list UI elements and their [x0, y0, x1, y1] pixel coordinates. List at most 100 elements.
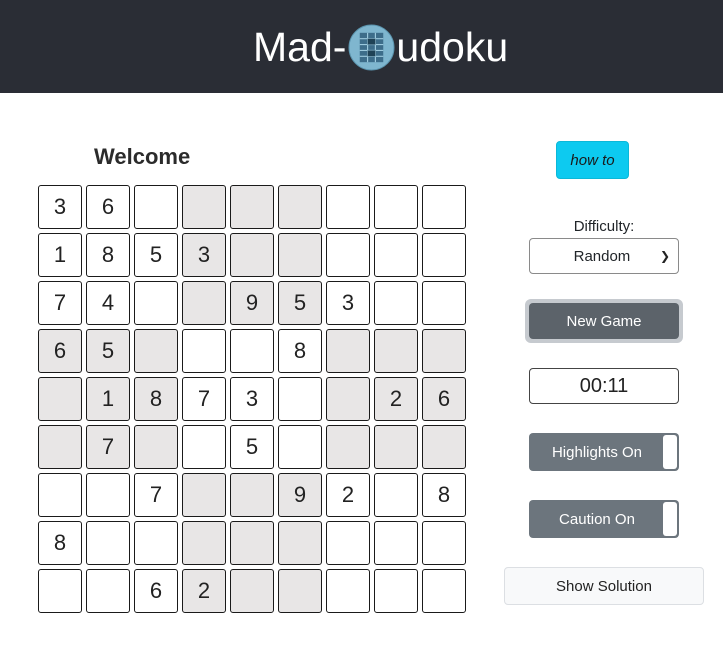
sudoku-cell[interactable] — [182, 281, 226, 325]
sudoku-cell[interactable] — [182, 473, 226, 517]
sudoku-cell[interactable] — [86, 473, 130, 517]
title-left: Mad- — [253, 23, 347, 70]
sudoku-board: 36185374953658187326757928862 — [38, 185, 470, 617]
sudoku-cell[interactable]: 7 — [38, 281, 82, 325]
sudoku-cell[interactable] — [326, 521, 370, 565]
app-header: Mad- udoku — [0, 0, 723, 93]
sudoku-cell[interactable]: 4 — [86, 281, 130, 325]
caution-toggle-knob — [663, 502, 677, 536]
sudoku-cell[interactable] — [86, 569, 130, 613]
show-solution-button[interactable]: Show Solution — [504, 567, 704, 605]
sudoku-cell[interactable]: 3 — [38, 185, 82, 229]
sudoku-cell[interactable] — [38, 569, 82, 613]
sudoku-cell[interactable] — [230, 233, 274, 277]
sudoku-cell[interactable]: 6 — [422, 377, 466, 421]
sudoku-cell[interactable] — [326, 569, 370, 613]
sudoku-cell[interactable] — [230, 569, 274, 613]
caution-toggle-label: Caution On — [559, 510, 635, 528]
sudoku-cell[interactable]: 2 — [326, 473, 370, 517]
sudoku-cell[interactable]: 8 — [86, 233, 130, 277]
sudoku-cell[interactable] — [182, 425, 226, 469]
sudoku-cell[interactable] — [326, 377, 370, 421]
title-right: udoku — [396, 23, 509, 70]
sudoku-cell[interactable] — [38, 377, 82, 421]
chevron-down-icon: ❯ — [659, 249, 670, 263]
difficulty-value: Random — [573, 247, 631, 265]
sudoku-cell[interactable] — [278, 521, 322, 565]
sudoku-cell[interactable]: 7 — [134, 473, 178, 517]
sudoku-cell[interactable] — [134, 425, 178, 469]
difficulty-label: Difficulty: — [573, 218, 635, 235]
sudoku-cell[interactable]: 7 — [86, 425, 130, 469]
sudoku-cell[interactable] — [374, 569, 418, 613]
sudoku-cell[interactable] — [422, 329, 466, 373]
sudoku-cell[interactable] — [374, 425, 418, 469]
sudoku-cell[interactable] — [38, 473, 82, 517]
difficulty-select[interactable]: Random ❯ — [529, 238, 679, 274]
sudoku-cell[interactable] — [182, 185, 226, 229]
sudoku-cell[interactable] — [422, 569, 466, 613]
sudoku-cell[interactable] — [182, 329, 226, 373]
sudoku-cell[interactable] — [278, 185, 322, 229]
sudoku-cell[interactable] — [278, 425, 322, 469]
sudoku-cell[interactable] — [326, 329, 370, 373]
sudoku-cell[interactable] — [422, 185, 466, 229]
highlights-toggle-label: Highlights On — [551, 443, 643, 461]
sudoku-cell[interactable]: 6 — [86, 185, 130, 229]
sudoku-cell[interactable] — [278, 377, 322, 421]
sudoku-cell[interactable]: 8 — [422, 473, 466, 517]
sudoku-cell[interactable]: 3 — [230, 377, 274, 421]
how-to-button[interactable]: how to — [556, 141, 629, 179]
sudoku-cell[interactable] — [182, 521, 226, 565]
app-title: Mad- udoku — [253, 20, 508, 74]
sudoku-cell[interactable] — [38, 425, 82, 469]
sudoku-cell[interactable]: 6 — [134, 569, 178, 613]
sudoku-cell[interactable]: 2 — [374, 377, 418, 421]
sudoku-cell[interactable] — [134, 281, 178, 325]
sudoku-cell[interactable] — [422, 233, 466, 277]
highlights-toggle[interactable]: Highlights On — [529, 433, 679, 471]
sudoku-cell[interactable]: 3 — [182, 233, 226, 277]
sudoku-cell[interactable] — [422, 521, 466, 565]
caution-toggle[interactable]: Caution On — [529, 500, 679, 538]
sudoku-cell[interactable]: 1 — [86, 377, 130, 421]
sudoku-cell[interactable] — [134, 521, 178, 565]
sudoku-cell[interactable] — [230, 521, 274, 565]
sudoku-cell[interactable] — [326, 233, 370, 277]
sudoku-cell[interactable]: 2 — [182, 569, 226, 613]
sudoku-cell[interactable]: 5 — [86, 329, 130, 373]
sudoku-cell[interactable]: 9 — [278, 473, 322, 517]
sudoku-grid-logo-icon — [348, 23, 395, 71]
sudoku-cell[interactable] — [230, 185, 274, 229]
sudoku-cell[interactable]: 8 — [134, 377, 178, 421]
sudoku-cell[interactable]: 8 — [38, 521, 82, 565]
sudoku-cell[interactable] — [374, 185, 418, 229]
sudoku-cell[interactable]: 9 — [230, 281, 274, 325]
sudoku-cell[interactable] — [326, 425, 370, 469]
sudoku-cell[interactable] — [278, 233, 322, 277]
sudoku-cell[interactable] — [230, 473, 274, 517]
sudoku-cell[interactable] — [86, 521, 130, 565]
sudoku-cell[interactable] — [374, 281, 418, 325]
sudoku-cell[interactable] — [374, 521, 418, 565]
sudoku-cell[interactable]: 5 — [134, 233, 178, 277]
new-game-button[interactable]: New Game — [529, 303, 679, 339]
sudoku-cell[interactable] — [134, 329, 178, 373]
sudoku-cell[interactable] — [422, 281, 466, 325]
sudoku-cell[interactable] — [326, 185, 370, 229]
sudoku-cell[interactable] — [230, 329, 274, 373]
sudoku-cell[interactable] — [422, 425, 466, 469]
sudoku-cell[interactable] — [374, 233, 418, 277]
sudoku-cell[interactable] — [278, 569, 322, 613]
sudoku-cell[interactable] — [374, 473, 418, 517]
sudoku-cell[interactable]: 3 — [326, 281, 370, 325]
sudoku-cell[interactable] — [374, 329, 418, 373]
sudoku-cell[interactable]: 8 — [278, 329, 322, 373]
new-game-focus-ring: New Game — [525, 299, 683, 343]
sudoku-cell[interactable]: 5 — [278, 281, 322, 325]
sudoku-cell[interactable] — [134, 185, 178, 229]
sudoku-cell[interactable]: 7 — [182, 377, 226, 421]
sudoku-cell[interactable]: 6 — [38, 329, 82, 373]
sudoku-cell[interactable]: 5 — [230, 425, 274, 469]
sudoku-cell[interactable]: 1 — [38, 233, 82, 277]
